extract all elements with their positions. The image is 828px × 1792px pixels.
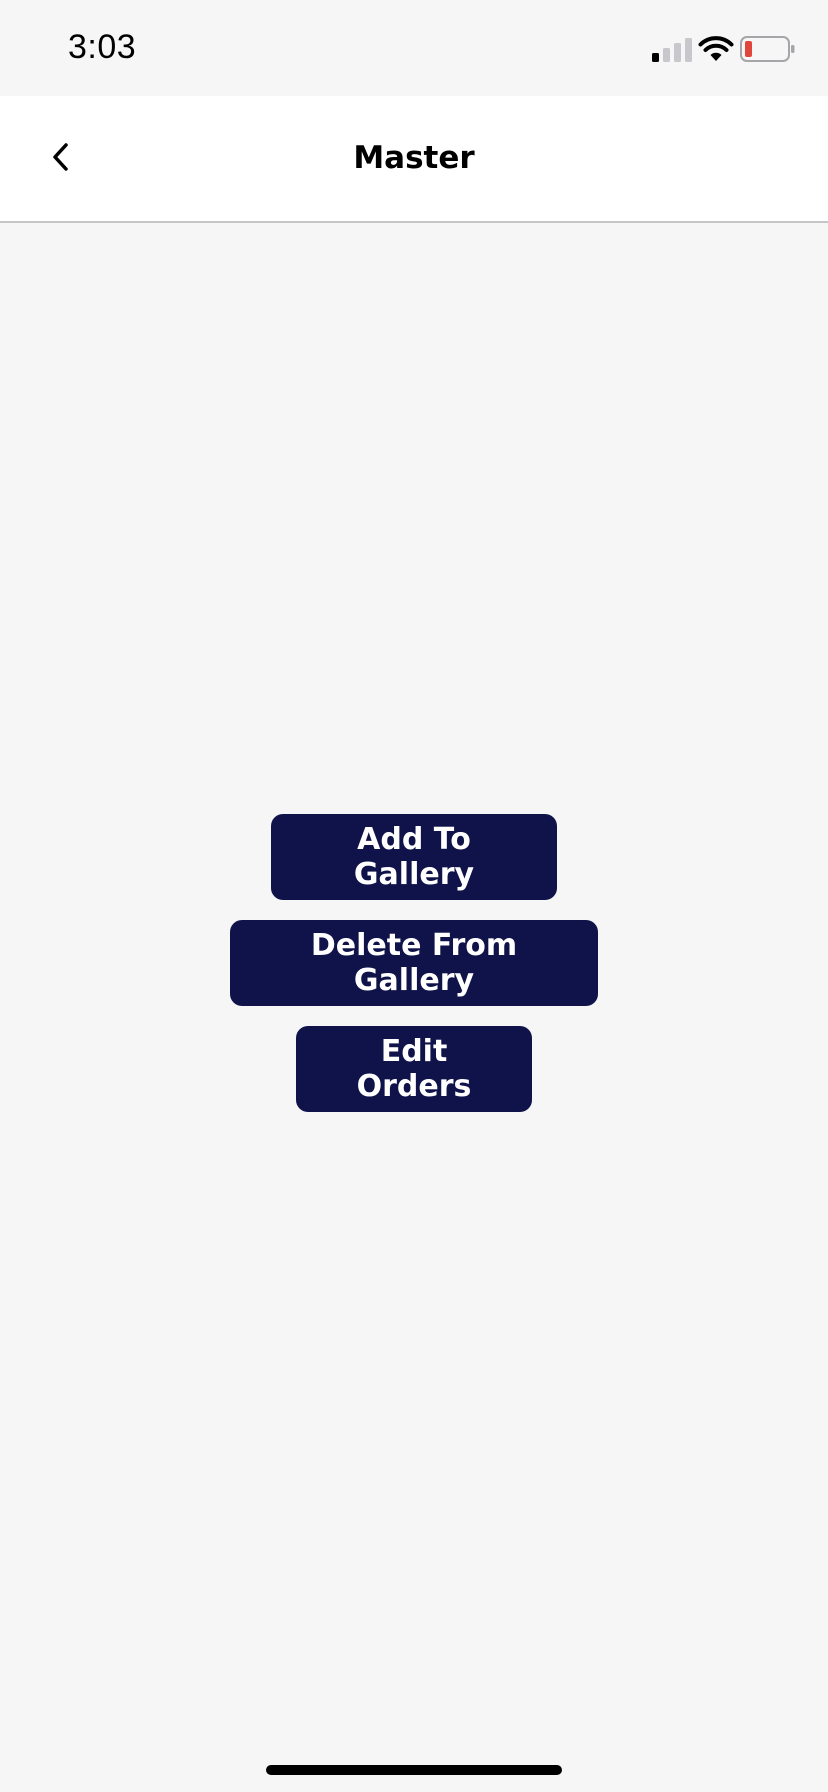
page-title: Master: [353, 140, 475, 176]
navigation-bar: Master: [0, 96, 828, 223]
status-bar: 3:03: [0, 0, 828, 96]
add-to-gallery-button[interactable]: Add To Gallery: [271, 814, 557, 900]
delete-from-gallery-button[interactable]: Delete From Gallery: [230, 920, 598, 1006]
battery-icon: [740, 36, 795, 62]
status-time: 3:03: [68, 28, 137, 66]
back-button[interactable]: [36, 132, 86, 182]
wifi-icon: [698, 36, 734, 61]
home-indicator[interactable]: [266, 1765, 562, 1775]
signal-icon: [652, 38, 692, 62]
chevron-left-icon: [53, 143, 68, 171]
edit-orders-button[interactable]: Edit Orders: [296, 1026, 532, 1112]
action-button-group: Add To Gallery Delete From Gallery Edit …: [0, 814, 828, 1132]
